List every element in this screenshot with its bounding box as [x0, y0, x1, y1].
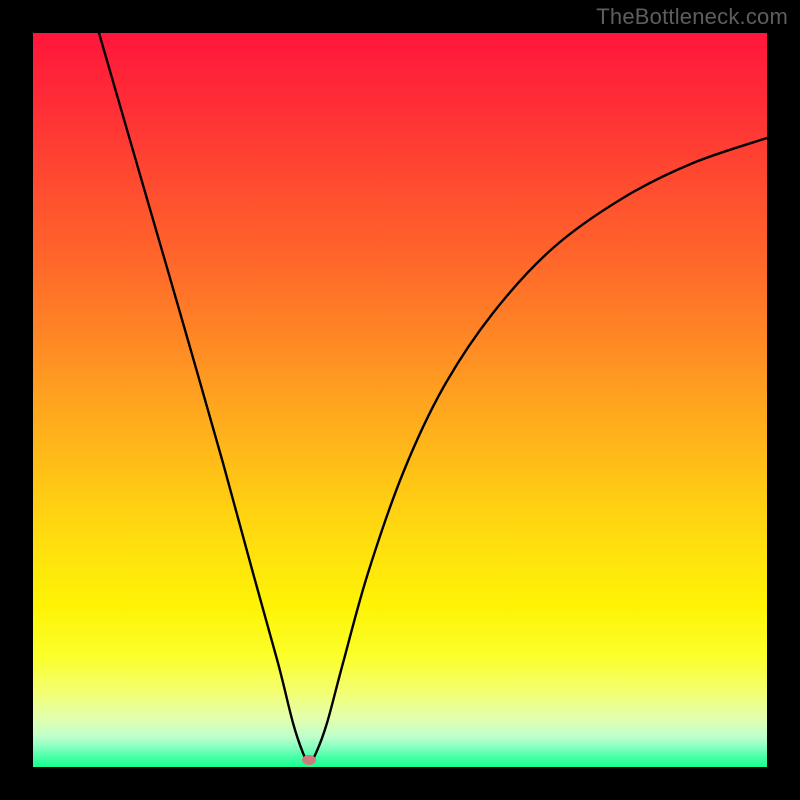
watermark-text: TheBottleneck.com [596, 4, 788, 30]
bottleneck-curve [33, 33, 767, 767]
chart-frame: TheBottleneck.com [0, 0, 800, 800]
optimal-point-marker [302, 755, 316, 765]
plot-area [33, 33, 767, 767]
